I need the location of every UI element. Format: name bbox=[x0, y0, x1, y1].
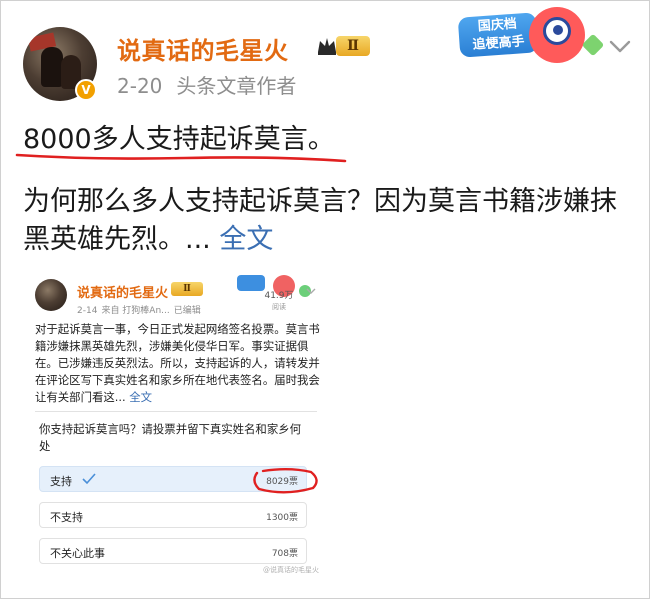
embedded-author-avatar bbox=[35, 279, 67, 311]
level-badge-label: Ⅱ bbox=[336, 36, 370, 56]
embedded-level-badge: Ⅱ bbox=[171, 282, 203, 296]
post-screenshot: V 说真话的毛星火 Ⅱ 2-20 头条文章作者 国庆档 追梗高手 8000多人支持… bbox=[0, 0, 650, 599]
red-circle-annotation bbox=[253, 468, 318, 494]
view-count-label: 阅读 bbox=[272, 303, 286, 311]
post-meta: 2-20 头条文章作者 bbox=[117, 70, 310, 99]
embedded-body-text: 对于起诉莫言一事，今日正式发起网络签名投票。莫言书籍涉嫌抹黑英雄先烈，涉嫌美化侵… bbox=[35, 322, 320, 404]
author-name[interactable]: 说真话的毛星火 bbox=[117, 31, 289, 66]
embedded-post-screenshot: 说真话的毛星火 Ⅱ 2-14 来自 打狗棒An... 已编辑 41.9万 阅读 对于… bbox=[31, 269, 323, 587]
full-text-link[interactable]: 全文 bbox=[219, 224, 273, 255]
embedded-view-count: 41.9万 阅读 bbox=[259, 291, 299, 313]
verified-badge-icon: V bbox=[75, 79, 97, 101]
poll-option-label: 支持 bbox=[50, 475, 72, 488]
event-sticker[interactable]: 国庆档 追梗高手 bbox=[457, 7, 607, 69]
post-body: 为何那么多人支持起诉莫言？因为莫言书籍涉嫌抹黑英雄先烈。... 全文 bbox=[23, 183, 633, 259]
mascot-pupil bbox=[553, 25, 563, 35]
embedded-author-name: 说真话的毛星火 bbox=[77, 286, 169, 301]
poll-option-indifferent: 不关心此事 708票 bbox=[39, 538, 307, 564]
poll-question: 你支持起诉莫言吗？请投票并留下真实姓名和家乡何处 bbox=[39, 422, 301, 453]
poll-option-label: 不关心此事 bbox=[50, 547, 105, 560]
crown-icon bbox=[318, 38, 336, 55]
author-avatar[interactable]: V bbox=[23, 27, 99, 103]
check-icon bbox=[82, 473, 96, 485]
level-badge: Ⅱ bbox=[316, 33, 372, 59]
embedded-date: 2-14 bbox=[77, 306, 98, 316]
author-role: 头条文章作者 bbox=[176, 74, 297, 98]
poll-option-oppose: 不支持 1300票 bbox=[39, 502, 307, 528]
poll-option-count: 708票 bbox=[271, 549, 298, 559]
post-body-text: 为何那么多人支持起诉莫言？因为莫言书籍涉嫌抹黑英雄先烈。... bbox=[23, 186, 617, 255]
view-count-value: 41.9万 bbox=[264, 291, 294, 301]
poll-option-count: 1300票 bbox=[266, 513, 298, 523]
embedded-source: 来自 打狗棒An... bbox=[101, 306, 170, 316]
embedded-edited: 已编辑 bbox=[173, 306, 201, 316]
embedded-full-text-link: 全文 bbox=[129, 390, 153, 404]
embedded-post-meta: 2-14 来自 打狗棒An... 已编辑 bbox=[77, 303, 205, 316]
sparkle-icon bbox=[581, 33, 605, 57]
divider bbox=[35, 411, 317, 412]
post-date: 2-20 bbox=[117, 74, 163, 98]
embedded-chevron-down-icon bbox=[306, 288, 316, 294]
chevron-down-icon[interactable] bbox=[607, 33, 633, 59]
embedded-post-body: 对于起诉莫言一事，今日正式发起网络签名投票。莫言书籍涉嫌抹黑英雄先烈，涉嫌美化侵… bbox=[35, 321, 321, 406]
red-underline-annotation bbox=[15, 153, 347, 163]
watermark: @说真话的毛星火 bbox=[263, 566, 319, 574]
poll-option-label: 不支持 bbox=[50, 511, 83, 524]
sticker-bubble: 国庆档 追梗高手 bbox=[457, 12, 539, 58]
